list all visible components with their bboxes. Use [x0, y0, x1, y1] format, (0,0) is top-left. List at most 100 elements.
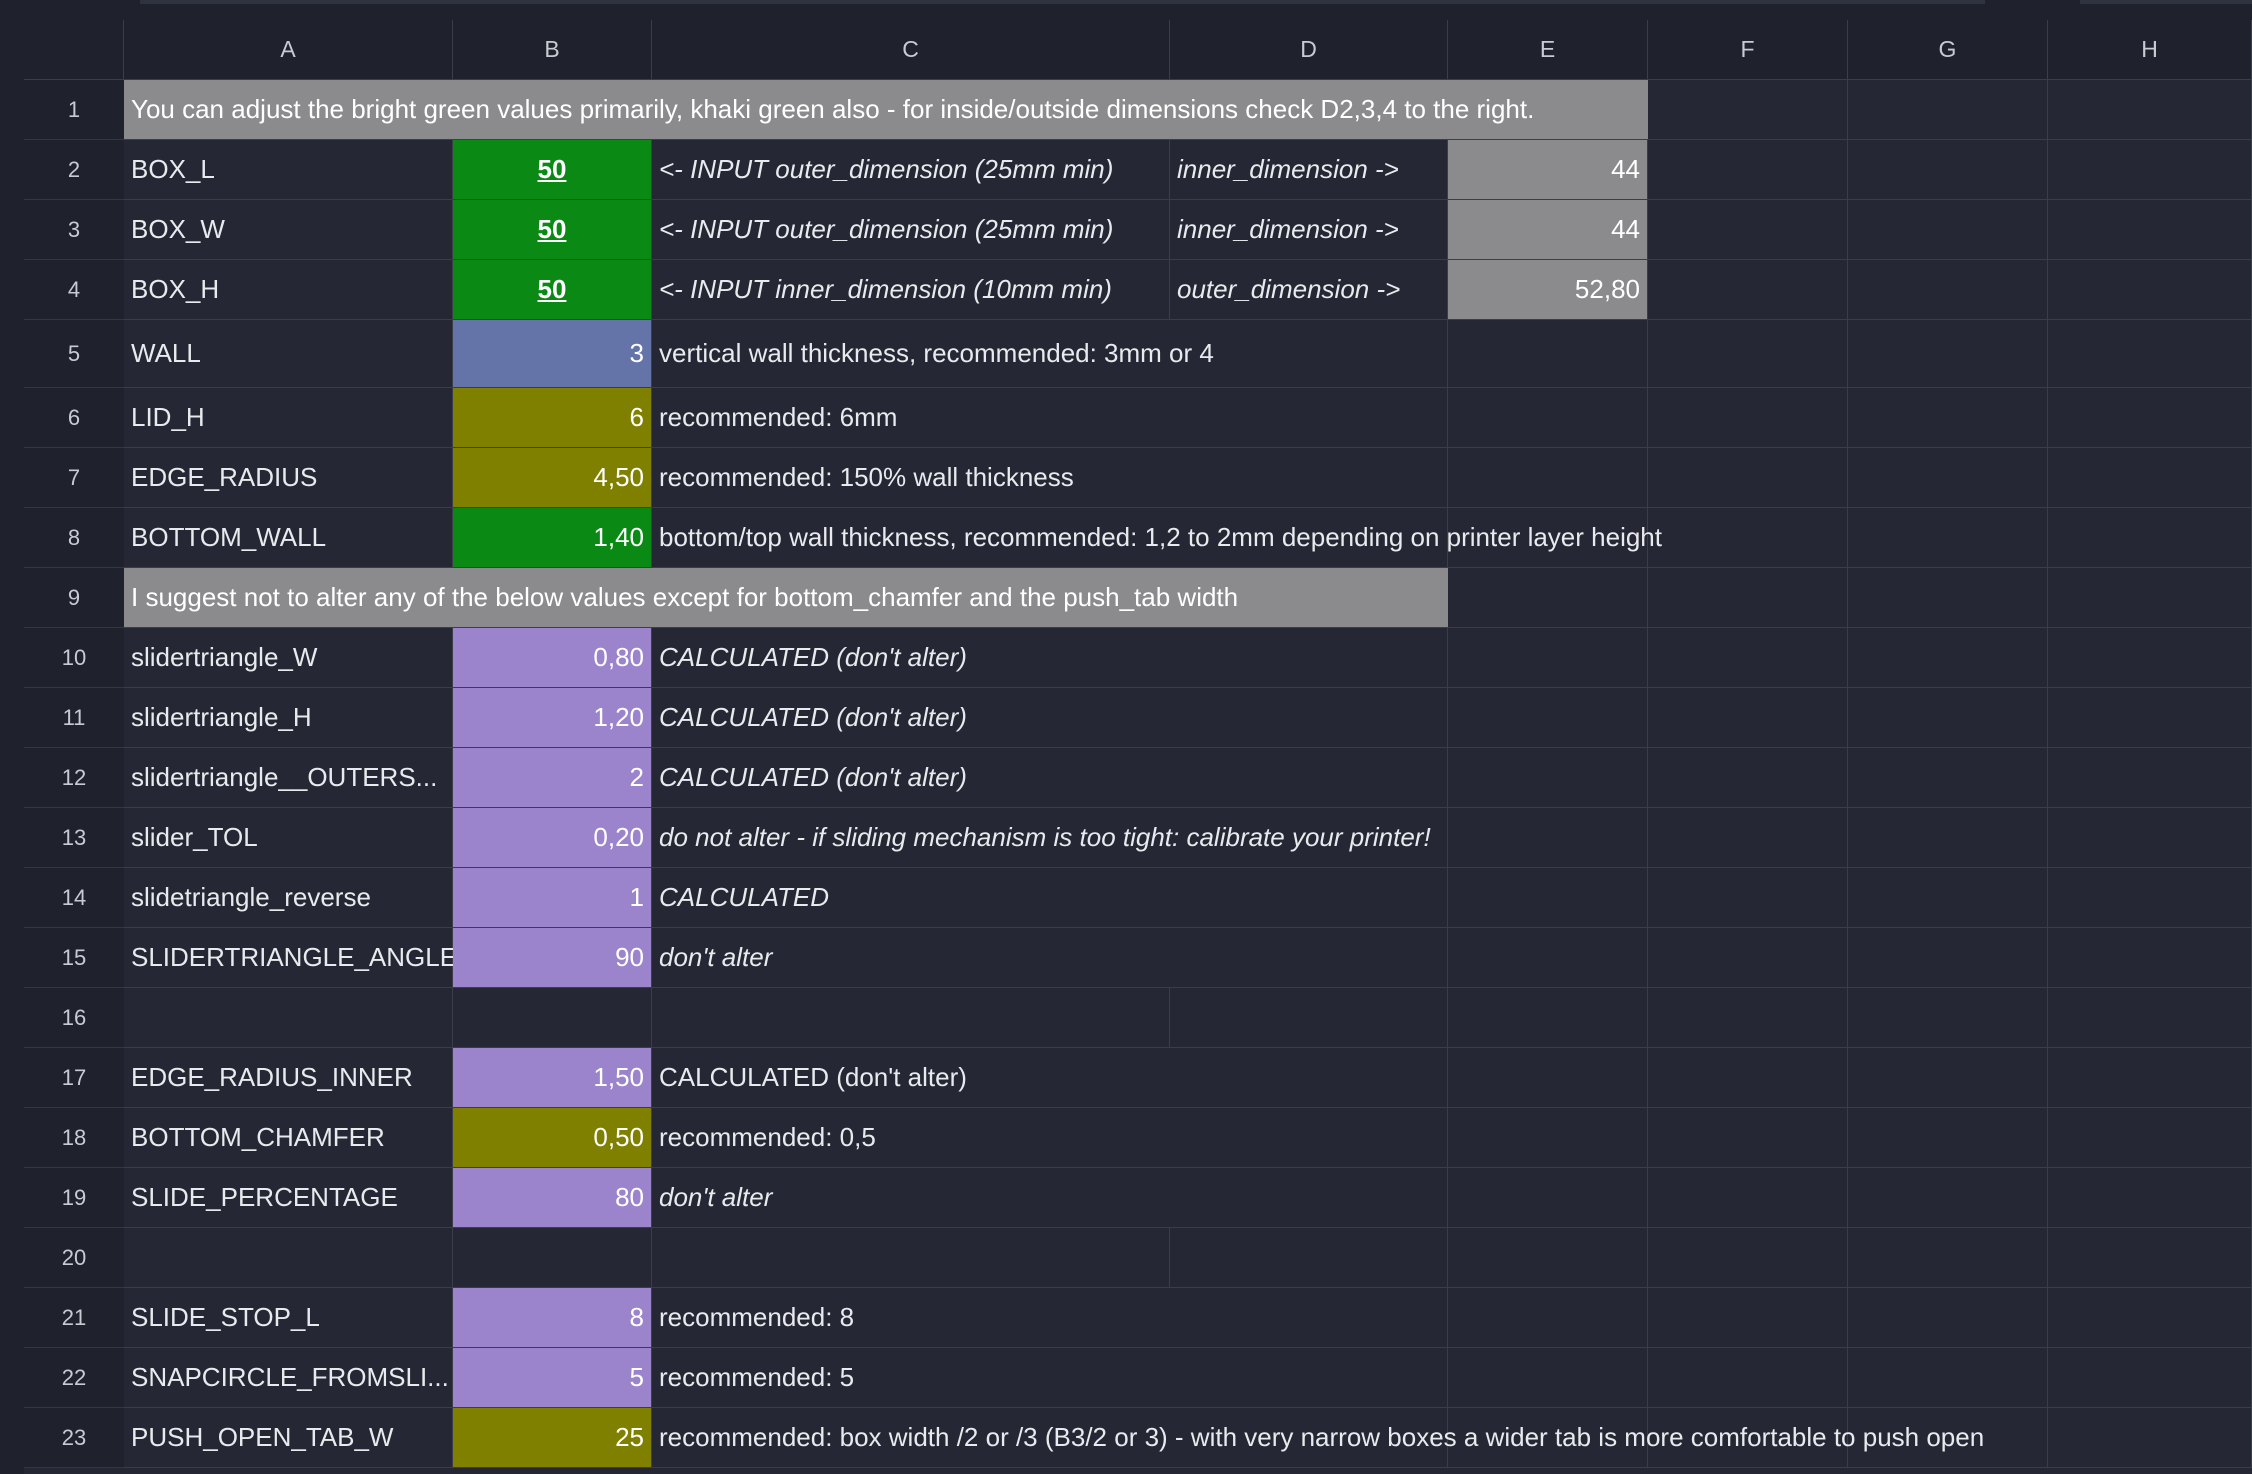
cell-g9[interactable] — [1848, 568, 2048, 628]
cell-a6[interactable]: LID_H — [124, 388, 453, 448]
cell-f10[interactable] — [1648, 628, 1848, 688]
cell-c21[interactable]: recommended: 8 — [652, 1288, 1170, 1348]
cell-d14[interactable] — [1170, 868, 1448, 928]
row-header-8[interactable]: 8 — [24, 508, 124, 568]
row-header-4[interactable]: 4 — [24, 260, 124, 320]
select-all-corner[interactable] — [24, 20, 124, 80]
cell-f15[interactable] — [1648, 928, 1848, 988]
cell-e2[interactable]: 44 — [1448, 140, 1648, 200]
cell-e9[interactable] — [1448, 568, 1648, 628]
cell-g12[interactable] — [1848, 748, 2048, 808]
cell-h5[interactable] — [2048, 320, 2252, 388]
cell-h19[interactable] — [2048, 1168, 2252, 1228]
row-header-15[interactable]: 15 — [24, 928, 124, 988]
cell-h17[interactable] — [2048, 1048, 2252, 1108]
cell-a15[interactable]: SLIDERTRIANGLE_ANGLE — [124, 928, 457, 988]
cell-e19[interactable] — [1448, 1168, 1648, 1228]
horizontal-scrollbar[interactable] — [140, 0, 1985, 4]
cell-b16[interactable] — [453, 988, 652, 1048]
cell-a9[interactable]: I suggest not to alter any of the below … — [124, 568, 1448, 628]
cell-a1[interactable]: You can adjust the bright green values p… — [124, 80, 1648, 140]
cell-a2[interactable]: BOX_L — [124, 140, 453, 200]
cell-h4[interactable] — [2048, 260, 2252, 320]
cell-h11[interactable] — [2048, 688, 2252, 748]
row-header-10[interactable]: 10 — [24, 628, 124, 688]
cell-g11[interactable] — [1848, 688, 2048, 748]
cell-h7[interactable] — [2048, 448, 2252, 508]
cell-e20[interactable] — [1448, 1228, 1648, 1288]
cell-a5[interactable]: WALL — [124, 320, 453, 388]
cell-h12[interactable] — [2048, 748, 2252, 808]
cell-e5[interactable] — [1448, 320, 1648, 388]
cell-c8[interactable]: bottom/top wall thickness, recommended: … — [652, 508, 1662, 568]
cell-b15[interactable]: 90 — [453, 928, 652, 988]
cell-c3[interactable]: <- INPUT outer_dimension (25mm min) — [652, 200, 1170, 260]
cell-c23[interactable]: recommended: box width /2 or /3 (B3/2 or… — [652, 1408, 1984, 1468]
cell-h10[interactable] — [2048, 628, 2252, 688]
cell-f20[interactable] — [1648, 1228, 1848, 1288]
cell-a8[interactable]: BOTTOM_WALL — [124, 508, 453, 568]
cell-c10[interactable]: CALCULATED (don't alter) — [652, 628, 1170, 688]
cell-c14[interactable]: CALCULATED — [652, 868, 1170, 928]
column-header-b[interactable]: B — [453, 20, 652, 80]
cell-g18[interactable] — [1848, 1108, 2048, 1168]
cell-b20[interactable] — [453, 1228, 652, 1288]
cell-g10[interactable] — [1848, 628, 2048, 688]
cell-h14[interactable] — [2048, 868, 2252, 928]
cell-b5[interactable]: 3 — [453, 320, 652, 388]
cell-e10[interactable] — [1448, 628, 1648, 688]
cell-g19[interactable] — [1848, 1168, 2048, 1228]
row-header-23[interactable]: 23 — [24, 1408, 124, 1468]
cell-c7[interactable]: recommended: 150% wall thickness — [652, 448, 1170, 508]
cell-c20[interactable] — [652, 1228, 1170, 1288]
cell-b12[interactable]: 2 — [453, 748, 652, 808]
cell-a13[interactable]: slider_TOL — [124, 808, 453, 868]
cell-g15[interactable] — [1848, 928, 2048, 988]
cell-e15[interactable] — [1448, 928, 1648, 988]
cell-d3[interactable]: inner_dimension -> — [1170, 200, 1448, 260]
column-header-e[interactable]: E — [1448, 20, 1648, 80]
cell-h15[interactable] — [2048, 928, 2252, 988]
cell-d6[interactable] — [1170, 388, 1448, 448]
cell-e22[interactable] — [1448, 1348, 1648, 1408]
row-header-9[interactable]: 9 — [24, 568, 124, 628]
cell-c19[interactable]: don't alter — [652, 1168, 1170, 1228]
cell-f19[interactable] — [1648, 1168, 1848, 1228]
cell-a18[interactable]: BOTTOM_CHAMFER — [124, 1108, 453, 1168]
column-header-c[interactable]: C — [652, 20, 1170, 80]
cell-h6[interactable] — [2048, 388, 2252, 448]
cell-d12[interactable] — [1170, 748, 1448, 808]
cell-e6[interactable] — [1448, 388, 1648, 448]
cell-f21[interactable] — [1648, 1288, 1848, 1348]
cell-f2[interactable] — [1648, 140, 1848, 200]
cell-d7[interactable] — [1170, 448, 1448, 508]
row-header-17[interactable]: 17 — [24, 1048, 124, 1108]
cell-h20[interactable] — [2048, 1228, 2252, 1288]
cell-h9[interactable] — [2048, 568, 2252, 628]
cell-d16[interactable] — [1170, 988, 1448, 1048]
cell-a22[interactable]: SNAPCIRCLE_FROMSLI... — [124, 1348, 453, 1408]
cell-h2[interactable] — [2048, 140, 2252, 200]
row-header-7[interactable]: 7 — [24, 448, 124, 508]
row-header-12[interactable]: 12 — [24, 748, 124, 808]
column-header-d[interactable]: D — [1170, 20, 1448, 80]
cell-h3[interactable] — [2048, 200, 2252, 260]
cell-b22[interactable]: 5 — [453, 1348, 652, 1408]
cell-b3[interactable]: 50 — [453, 200, 652, 260]
cell-a23[interactable]: PUSH_OPEN_TAB_W — [124, 1408, 453, 1468]
cell-b8[interactable]: 1,40 — [453, 508, 652, 568]
cell-c18[interactable]: recommended: 0,5 — [652, 1108, 1170, 1168]
row-header-19[interactable]: 19 — [24, 1168, 124, 1228]
cell-b23[interactable]: 25 — [453, 1408, 652, 1468]
cell-e7[interactable] — [1448, 448, 1648, 508]
column-header-a[interactable]: A — [124, 20, 453, 80]
column-header-h[interactable]: H — [2048, 20, 2252, 80]
cell-f5[interactable] — [1648, 320, 1848, 388]
cell-g4[interactable] — [1848, 260, 2048, 320]
cell-d19[interactable] — [1170, 1168, 1448, 1228]
cell-g5[interactable] — [1848, 320, 2048, 388]
cell-b4[interactable]: 50 — [453, 260, 652, 320]
cell-f13[interactable] — [1648, 808, 1848, 868]
cell-d2[interactable]: inner_dimension -> — [1170, 140, 1448, 200]
cell-g16[interactable] — [1848, 988, 2048, 1048]
